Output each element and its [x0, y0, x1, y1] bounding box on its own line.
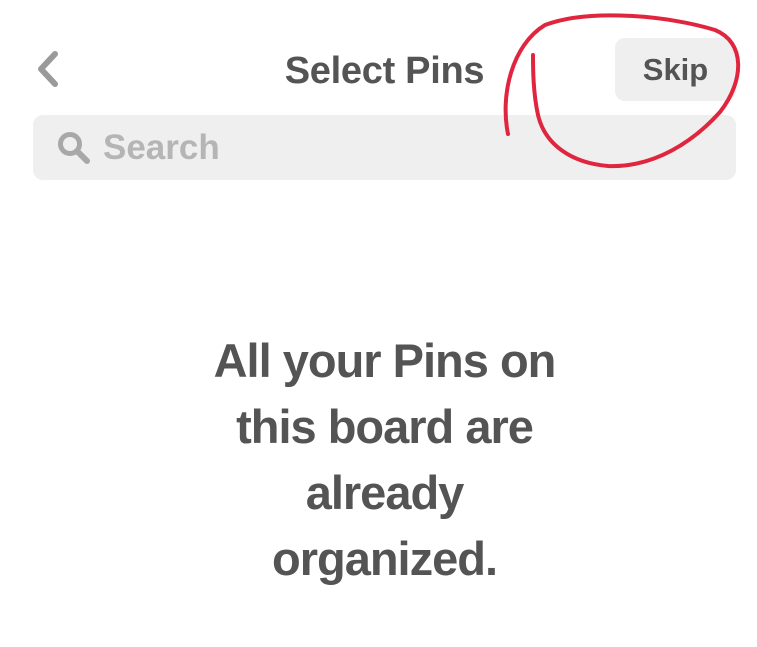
empty-state-line: this board are: [236, 400, 534, 453]
search-icon: [55, 129, 93, 167]
empty-state-line: already: [305, 466, 465, 519]
skip-button[interactable]: Skip: [615, 38, 736, 101]
empty-state-line: organized.: [271, 532, 498, 585]
empty-state-message: All your Pins on this board are already …: [0, 328, 757, 592]
search-bar[interactable]: [33, 115, 736, 180]
search-input[interactable]: [103, 117, 703, 178]
empty-state-line: All your Pins on: [213, 334, 557, 387]
top-bar: Select Pins Skip: [0, 0, 757, 115]
